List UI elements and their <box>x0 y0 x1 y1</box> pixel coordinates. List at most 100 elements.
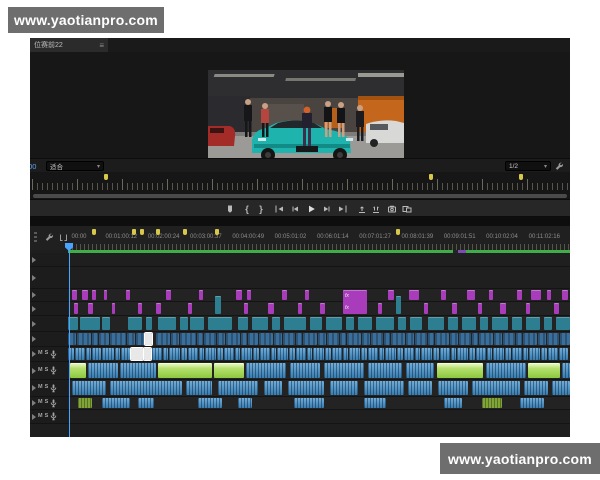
timeline-clip[interactable] <box>452 303 457 314</box>
timeline-clip[interactable] <box>524 381 548 395</box>
timeline-clip[interactable] <box>127 333 135 345</box>
solo-button[interactable]: S <box>45 368 49 374</box>
timeline-clip[interactable] <box>368 363 402 378</box>
timeline-clip[interactable] <box>448 317 458 330</box>
timeline-clip[interactable] <box>391 333 405 345</box>
timeline-clip[interactable] <box>404 348 414 360</box>
track-expand-icon[interactable] <box>32 336 36 342</box>
timeline-clip[interactable] <box>303 333 317 345</box>
ruler-marker[interactable] <box>183 229 187 235</box>
extract-button[interactable] <box>370 203 382 215</box>
timeline-clip[interactable] <box>248 333 258 345</box>
timeline-clip[interactable] <box>523 348 528 360</box>
timeline-clip[interactable] <box>204 333 216 345</box>
voiceover-mic-icon[interactable] <box>50 366 57 375</box>
track-lane-V2[interactable] <box>68 316 570 332</box>
track-expand-icon[interactable] <box>32 351 36 357</box>
timeline-clip[interactable] <box>478 303 482 314</box>
timeline-clip[interactable] <box>296 348 306 360</box>
solo-button[interactable]: S <box>45 414 49 420</box>
timeline-clip[interactable] <box>92 290 96 300</box>
timeline-clip[interactable] <box>330 381 358 395</box>
timeline-clip[interactable] <box>364 381 404 395</box>
voiceover-mic-icon[interactable] <box>50 412 57 421</box>
timeline-clip[interactable] <box>128 317 142 330</box>
timeline-clip[interactable] <box>528 363 560 378</box>
timeline-clip[interactable] <box>482 398 502 408</box>
timeline-clip[interactable] <box>547 333 559 345</box>
timeline-clip[interactable] <box>385 348 396 360</box>
timeline-clip[interactable] <box>82 290 88 300</box>
timeline-clip[interactable] <box>115 348 120 360</box>
timeline-clip[interactable] <box>379 348 384 360</box>
timeline-clip[interactable] <box>226 333 240 345</box>
timeline-clip[interactable] <box>75 348 85 360</box>
timeline-clip[interactable] <box>526 303 530 314</box>
timeline-clip[interactable] <box>547 290 551 300</box>
track-expand-icon[interactable] <box>32 368 36 374</box>
timeline-clip[interactable] <box>340 333 346 345</box>
timeline-clip[interactable] <box>526 317 540 330</box>
timeline-clip[interactable] <box>188 303 192 314</box>
timeline-clip[interactable] <box>318 333 326 345</box>
timeline-clip[interactable] <box>241 333 247 345</box>
voiceover-mic-icon[interactable] <box>50 384 57 393</box>
timeline-clip[interactable] <box>560 333 570 345</box>
track-lane-A3[interactable] <box>68 380 570 397</box>
timeline-clip[interactable] <box>388 290 394 300</box>
track-lane-V3[interactable] <box>68 302 570 316</box>
timeline-clip[interactable] <box>186 381 212 395</box>
track-lane-A4[interactable] <box>68 397 570 410</box>
timeline-clip[interactable] <box>472 333 478 345</box>
sequence-marker[interactable] <box>429 174 433 180</box>
timeline-clip[interactable] <box>171 333 179 345</box>
mark-out-button[interactable]: } <box>255 203 267 215</box>
timeline-clip[interactable] <box>78 398 92 408</box>
timeline-clip[interactable] <box>421 348 432 360</box>
timeline-clip[interactable] <box>467 290 475 300</box>
sequence-marker[interactable] <box>519 174 523 180</box>
timeline-clip[interactable] <box>217 348 223 360</box>
voiceover-mic-icon[interactable] <box>50 350 57 359</box>
timeline-clip[interactable] <box>88 363 118 378</box>
timeline-clip[interactable] <box>531 290 541 300</box>
timeline-clip[interactable] <box>472 381 520 395</box>
timeline-clip[interactable] <box>121 348 130 360</box>
timeline-clip[interactable] <box>487 348 492 360</box>
mute-button[interactable]: M <box>38 351 43 357</box>
timeline-clip[interactable] <box>552 381 570 395</box>
timeline-clip[interactable] <box>163 348 168 360</box>
timeline-clip[interactable] <box>138 398 154 408</box>
timeline-clip[interactable] <box>180 333 196 345</box>
timeline-clip[interactable] <box>441 290 446 300</box>
timeline-clip[interactable] <box>520 398 544 408</box>
timeline-clip[interactable] <box>358 317 372 330</box>
timeline-clip[interactable] <box>102 398 130 408</box>
timeline-clip[interactable] <box>112 303 115 314</box>
track-expand-icon[interactable] <box>32 257 36 263</box>
timeline-clip[interactable] <box>290 363 320 378</box>
timeline-clip[interactable] <box>559 348 568 360</box>
timeline-clip[interactable] <box>428 333 434 345</box>
timeline-clip[interactable] <box>158 363 212 378</box>
timeline-clip[interactable] <box>146 317 152 330</box>
playhead-line[interactable] <box>69 250 70 437</box>
timeline-clip[interactable] <box>362 333 370 345</box>
ruler-marker[interactable] <box>140 229 144 235</box>
timeline-clip[interactable] <box>92 333 98 345</box>
timeline-clip[interactable] <box>347 333 361 345</box>
timeline-clip[interactable] <box>264 381 282 395</box>
comparison-view-button[interactable] <box>401 203 413 215</box>
timeline-clip[interactable] <box>102 317 110 330</box>
timeline-clip[interactable] <box>368 348 378 360</box>
track-expand-icon[interactable] <box>32 275 36 281</box>
track-header-A4[interactable]: MS <box>30 397 68 410</box>
playback-resolution-dropdown[interactable]: 1/2 ▾ <box>505 161 551 171</box>
timeline-clip[interactable] <box>77 333 91 345</box>
timeline-clip[interactable] <box>562 290 568 300</box>
timeline-clip[interactable] <box>505 348 511 360</box>
timeline-clip[interactable] <box>408 381 432 395</box>
timeline-clip[interactable] <box>104 290 107 300</box>
timeline-clip[interactable] <box>556 317 570 330</box>
ruler-marker[interactable] <box>92 229 96 235</box>
